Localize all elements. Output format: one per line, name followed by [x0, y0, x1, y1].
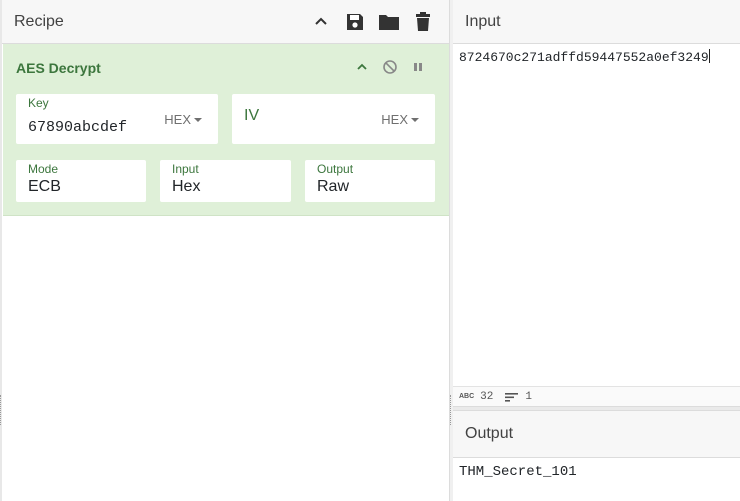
mode-label: Mode — [28, 162, 59, 176]
input-format-value: Hex — [172, 178, 201, 195]
recipe-panel: Recipe AES Decrypt Key 67890abcdef HEX I… — [0, 0, 450, 501]
input-panel: Input 8724670c271adffd59447552a0ef3249 A… — [453, 0, 740, 408]
output-format-label: Output — [317, 162, 354, 176]
recipe-header-icons — [309, 10, 435, 34]
key-value[interactable]: 67890abcdef — [28, 119, 127, 136]
iv-label: IV — [244, 107, 260, 124]
mode-value: ECB — [28, 178, 61, 195]
key-format-value: HEX — [164, 112, 191, 127]
length-stat: ABC 32 — [459, 391, 493, 403]
output-format-field[interactable]: Output Raw — [305, 160, 435, 202]
abc-icon: ABC — [459, 393, 475, 400]
resize-grip[interactable] — [0, 395, 2, 425]
output-format-value: Raw — [317, 178, 350, 195]
output-panel: Output THM_Secret_101 — [453, 411, 740, 501]
aes-decrypt-operation[interactable]: AES Decrypt Key 67890abcdef HEX IV HEX M… — [3, 44, 449, 216]
chevron-up-icon[interactable] — [353, 58, 371, 76]
resize-grip[interactable] — [450, 395, 452, 425]
output-header: Output — [453, 411, 740, 458]
recipe-title: Recipe — [14, 12, 64, 30]
text-cursor — [708, 49, 710, 63]
iv-format-dropdown[interactable]: HEX — [381, 112, 419, 127]
input-header: Input — [453, 0, 740, 44]
lines-icon — [505, 392, 519, 402]
key-field[interactable]: Key 67890abcdef HEX — [16, 94, 218, 144]
input-format-label: Input — [172, 162, 199, 176]
iv-field[interactable]: IV HEX — [232, 94, 435, 144]
save-icon[interactable] — [343, 10, 367, 34]
input-textarea[interactable]: 8724670c271adffd59447552a0ef3249 — [459, 49, 710, 65]
length-value: 32 — [480, 390, 494, 403]
output-text[interactable]: THM_Secret_101 — [459, 464, 577, 480]
input-title: Input — [465, 12, 501, 30]
disable-icon[interactable] — [381, 58, 399, 76]
key-format-dropdown[interactable]: HEX — [164, 112, 202, 127]
output-title: Output — [465, 425, 514, 442]
trash-icon[interactable] — [411, 10, 435, 34]
operation-title: AES Decrypt — [16, 60, 101, 76]
iv-format-value: HEX — [381, 112, 408, 127]
chevron-up-icon[interactable] — [309, 10, 333, 34]
caret-down-icon — [411, 118, 419, 122]
input-status-bar: ABC 32 1 — [453, 386, 740, 406]
key-label: Key — [28, 96, 49, 110]
mode-field[interactable]: Mode ECB — [16, 160, 146, 202]
pause-icon[interactable] — [409, 58, 427, 76]
folder-icon[interactable] — [377, 10, 401, 34]
operation-icons — [353, 58, 427, 76]
input-format-field[interactable]: Input Hex — [160, 160, 291, 202]
left-gutter — [0, 0, 2, 501]
lines-stat: 1 — [505, 391, 532, 403]
caret-down-icon — [194, 118, 202, 122]
lines-value: 1 — [525, 390, 532, 403]
input-text: 8724670c271adffd59447552a0ef3249 — [459, 50, 709, 65]
